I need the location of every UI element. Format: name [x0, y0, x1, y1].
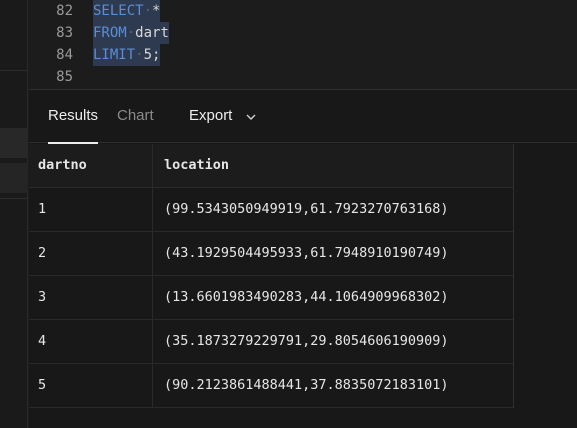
whitespace-marker: ·: [143, 3, 153, 19]
line-number: 83: [56, 25, 73, 41]
column-header[interactable]: dartno: [38, 144, 152, 187]
whitespace-marker: ·: [135, 47, 144, 63]
table-row[interactable]: 1 (99.5343050949919,61.7923270763168): [29, 188, 513, 232]
sql-keyword: SELECT: [93, 3, 144, 19]
table-row[interactable]: 4 (35.1873279229791,29.8054606190909): [29, 320, 513, 364]
column-header[interactable]: location: [164, 144, 229, 187]
tab-results[interactable]: Results: [48, 90, 99, 144]
sidebar-item[interactable]: [0, 128, 28, 158]
table-cell[interactable]: (13.6601983490283,44.1064909968302): [164, 276, 448, 319]
column-divider: [152, 188, 153, 231]
column-divider: [152, 144, 153, 187]
column-divider: [152, 364, 153, 407]
sidebar-item[interactable]: [0, 163, 28, 193]
export-button[interactable]: Export: [189, 90, 232, 143]
code-line[interactable]: 83 FROM·dart: [29, 22, 577, 44]
results-panel: Results Chart Export dartno location 1 (99.…: [29, 89, 577, 428]
table-row[interactable]: 3 (13.6601983490283,44.1064909968302): [29, 276, 513, 320]
table-cell[interactable]: 4: [38, 320, 152, 363]
table-cell[interactable]: 5: [38, 364, 152, 407]
column-divider: [152, 232, 153, 275]
sql-identifier: 5;: [143, 47, 161, 63]
table-row[interactable]: 5 (90.2123861488441,37.8835072183101): [29, 364, 513, 408]
code-text: SELECT·*: [93, 0, 161, 22]
results-table: dartno location 1 (99.5343050949919,61.7923…: [29, 144, 514, 408]
table-row[interactable]: 2 (43.1929504495933,61.7948910190749): [29, 232, 513, 276]
code-text: LIMIT·5;: [93, 44, 161, 66]
sql-keyword: FROM: [93, 25, 127, 41]
sidebar-divider: [0, 70, 28, 71]
sql-editor-window: 82 SELECT·* 83 FROM·dart 84 LIMIT·5; 85 Result…: [0, 0, 577, 428]
sql-identifier: *: [152, 3, 161, 19]
table-cell[interactable]: (99.5343050949919,61.7923270763168): [164, 188, 448, 231]
table-cell[interactable]: 3: [38, 276, 152, 319]
line-number: 84: [56, 47, 73, 63]
tab-chart[interactable]: Chart: [117, 90, 154, 143]
line-number: 85: [56, 69, 73, 85]
code-line[interactable]: 85: [29, 66, 577, 88]
table-header-row: dartno location: [29, 144, 513, 188]
code-line[interactable]: 82 SELECT·*: [29, 0, 577, 22]
code-editor[interactable]: 82 SELECT·* 83 FROM·dart 84 LIMIT·5; 85: [29, 0, 577, 89]
table-cell[interactable]: 1: [38, 188, 152, 231]
line-number: 82: [56, 3, 73, 19]
sidebar-edge: [0, 0, 28, 428]
column-divider: [152, 320, 153, 363]
table-cell[interactable]: (35.1873279229791,29.8054606190909): [164, 320, 448, 363]
table-cell[interactable]: 2: [38, 232, 152, 275]
whitespace-marker: ·: [126, 25, 136, 41]
chevron-down-icon[interactable]: [245, 111, 257, 123]
code-line[interactable]: 84 LIMIT·5;: [29, 44, 577, 66]
results-tab-bar: Results Chart Export: [29, 90, 577, 144]
sql-identifier: dart: [135, 25, 169, 41]
table-cell[interactable]: (43.1929504495933,61.7948910190749): [164, 232, 448, 275]
table-cell[interactable]: (90.2123861488441,37.8835072183101): [164, 364, 448, 407]
sidebar-divider: [0, 198, 28, 199]
sql-keyword: LIMIT: [93, 47, 136, 63]
column-divider: [152, 276, 153, 319]
code-text: FROM·dart: [93, 22, 169, 44]
